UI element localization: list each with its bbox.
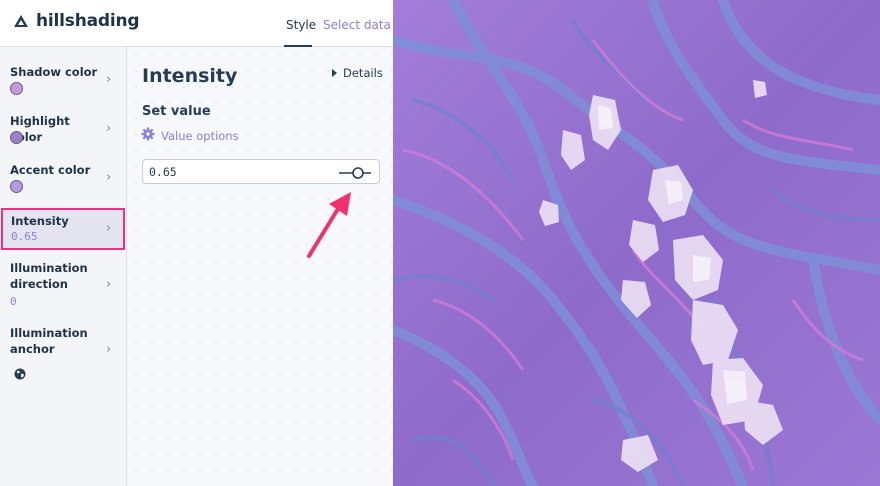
annotation-arrow-icon [303,190,359,266]
map-canvas[interactable] [393,0,880,486]
sidebar-item-label: Accent color [10,163,91,177]
chevron-right-icon: › [106,170,112,185]
globe-icon [14,365,26,384]
chevron-right-icon: › [106,342,112,357]
sidebar-item-label: Intensity [11,214,69,228]
layer-name: hillshading [36,11,140,31]
sidebar-item-highlight-color[interactable]: Highlight color › [0,108,127,153]
chevron-right-icon: › [106,121,112,136]
details-label: Details [343,66,383,80]
highlight-color-swatch [10,131,23,144]
sidebar-item-intensity[interactable]: Intensity 0.65 › [1,208,125,250]
chevron-right-icon: › [106,277,112,292]
sidebar-item-accent-color[interactable]: Accent color › [0,157,127,202]
tab-select-data[interactable]: Select data [323,18,391,32]
section-heading: Set value [142,104,211,119]
property-sidebar: Shadow color › Highlight color › Accent … [0,47,127,486]
details-toggle[interactable]: Details [332,66,383,80]
sidebar-item-label: Highlight color [10,114,70,144]
accent-color-swatch [10,180,23,193]
property-editor: Intensity Details Set value Value option… [128,47,393,486]
sidebar-item-label: Illumination direction [10,261,88,291]
chevron-right-icon: › [106,72,112,87]
chevron-right-icon: › [106,221,112,236]
intensity-input-value: 0.65 [149,165,177,179]
hillshade-terrain [393,0,880,486]
intensity-value: 0.65 [11,230,38,243]
panel-header: hillshading Style Select data [0,0,393,47]
style-panel: hillshading Style Select data Shadow col… [0,0,393,486]
value-options-button[interactable]: Value options [141,127,239,144]
sidebar-item-illumination-direction[interactable]: Illumination direction 0 › [0,257,127,317]
sidebar-item-label: Illumination anchor [10,326,88,356]
mountain-icon [14,15,28,27]
property-title: Intensity [142,65,238,87]
gear-icon [141,127,155,144]
slider-icon[interactable] [339,165,373,184]
caret-right-icon [332,69,337,77]
illumination-direction-value: 0 [10,295,17,308]
value-options-label: Value options [161,128,239,143]
intensity-input[interactable]: 0.65 [142,159,380,184]
shadow-color-swatch [10,82,23,95]
layer-title: hillshading [14,11,140,31]
tab-style[interactable]: Style [286,18,316,32]
sidebar-item-label: Shadow color [10,65,98,79]
sidebar-item-shadow-color[interactable]: Shadow color › [0,59,127,104]
